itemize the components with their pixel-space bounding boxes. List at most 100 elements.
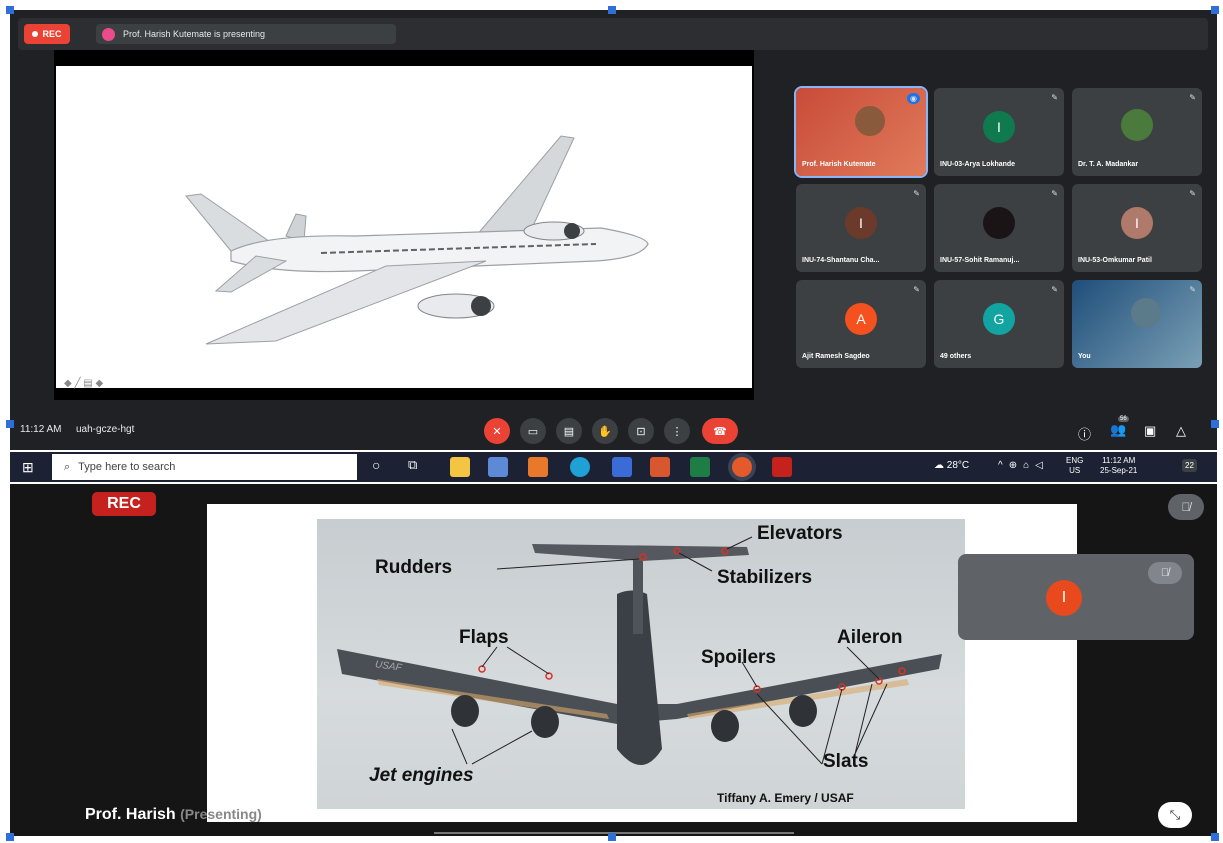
label-rudders: Rudders (375, 557, 453, 578)
participant-name: INU-57-Sohit Ramanuj... (940, 257, 1020, 264)
participant-tile[interactable]: G ✎ 49 others (934, 280, 1064, 368)
resize-handle[interactable] (6, 6, 14, 14)
recording-label: REC (42, 29, 62, 39)
edge-icon[interactable] (570, 457, 590, 477)
people-button[interactable]: 👥 56 (1110, 416, 1129, 438)
cortana-button[interactable]: ○ (372, 457, 380, 473)
meet-window-top: REC Prof. Harish Kutemate is presenting (10, 10, 1217, 450)
meeting-info-button[interactable]: ⓘ (1078, 424, 1091, 443)
resize-handle[interactable] (6, 420, 14, 428)
notification-center[interactable]: 22 (1182, 459, 1197, 472)
camera-toggle-button[interactable]: ▭ (520, 418, 546, 444)
meeting-time: 11:12 AM (20, 424, 62, 435)
lang-bottom: US (1069, 466, 1081, 475)
raise-hand-button[interactable]: ✋ (592, 418, 618, 444)
self-mute-indicator: 🎙̸ (1148, 562, 1182, 584)
slide-nav-controls[interactable]: ◆ ╱ ▤ ◆ (64, 378, 103, 389)
participant-name: INU-53-Omkumar Patil (1078, 257, 1152, 264)
app-icon-2[interactable] (528, 457, 548, 477)
clock-time: 11:12 AM (1102, 456, 1136, 465)
mic-off-icon: ✎ (913, 189, 920, 198)
present-icon: ⊡ (636, 425, 646, 438)
chat-icon: ▣ (1144, 423, 1157, 438)
weather-widget[interactable]: ☁ 28°C (934, 460, 969, 471)
resize-handle[interactable] (1211, 420, 1219, 428)
presenter-name: Prof. Harish (Presenting) (85, 806, 262, 824)
excel-icon[interactable] (690, 457, 710, 477)
cloud-icon: ☁ (934, 460, 944, 471)
info-icon: ⓘ (1078, 427, 1092, 442)
participant-name: 49 others (940, 353, 972, 360)
file-explorer-icon[interactable] (450, 457, 470, 477)
participant-avatar: G (983, 302, 1015, 335)
participant-tile[interactable]: I ✎ INU-74-Shantanu Cha... (796, 184, 926, 272)
notification-count: 22 (1185, 461, 1194, 470)
captions-button[interactable]: ▤ (556, 418, 582, 444)
airliner-image (185, 135, 649, 345)
participant-name: Dr. T. A. Madankar (1078, 161, 1139, 168)
recording-badge: REC (24, 24, 70, 44)
lang-top: ENG (1066, 456, 1084, 465)
recording-badge-large: REC (92, 492, 156, 516)
start-button[interactable]: ⊞ (22, 459, 34, 476)
resize-handle[interactable] (608, 6, 616, 14)
participant-tile[interactable]: ◉ Prof. Harish Kutemate (794, 86, 928, 178)
participant-name: Ajit Ramesh Sagdeo (802, 353, 870, 360)
participant-tile[interactable]: ✎ INU-57-Sohit Ramanuj... (934, 184, 1064, 272)
participant-video (1072, 280, 1202, 368)
mic-off-icon: ✎ (1051, 285, 1058, 294)
more-options-button[interactable]: ⋮ (664, 418, 690, 444)
firefox-icon[interactable] (732, 457, 752, 477)
language-indicator[interactable]: ENG US (1066, 456, 1083, 476)
circle-icon: ○ (372, 457, 381, 473)
resize-handle[interactable] (608, 833, 616, 841)
task-view-button[interactable]: ⧉ (408, 457, 417, 473)
participant-tile[interactable]: ✎ You (1072, 280, 1202, 368)
resize-handle[interactable] (1211, 6, 1219, 14)
exit-fullscreen-button[interactable]: ⤡ (1158, 802, 1192, 828)
app-icon-1[interactable] (488, 457, 508, 477)
participant-avatar: I (983, 110, 1015, 143)
task-view-icon: ⧉ (408, 457, 418, 472)
powerpoint-icon[interactable] (650, 457, 670, 477)
presentation-area: ◆ ╱ ▤ ◆ (54, 50, 754, 400)
leave-call-button[interactable]: ☎ (702, 418, 738, 444)
participant-tile[interactable]: A ✎ Ajit Ramesh Sagdeo (796, 280, 926, 368)
mic-off-icon: ✕ (492, 425, 502, 438)
participant-photo (1121, 108, 1153, 141)
resize-handle[interactable] (1211, 833, 1219, 841)
participant-tile[interactable]: I ✎ INU-03-Arya Lokhande (934, 88, 1064, 176)
participant-name: INU-03-Arya Lokhande (940, 161, 1016, 168)
label-elevators: Elevators (757, 523, 843, 544)
system-tray-icons[interactable]: ^⊕⌂◁ (998, 460, 1049, 471)
resize-handle[interactable] (6, 833, 14, 841)
self-avatar: I (1046, 580, 1082, 616)
taskbar-clock[interactable]: 11:12 AM 25-Sep-21 (1100, 456, 1137, 476)
mute-indicator-top[interactable]: 🎙̸ (1168, 494, 1204, 520)
activities-icon: △ (1176, 423, 1186, 438)
presenter-overlay: (Presenting) (180, 806, 262, 822)
chat-button[interactable]: ▣ (1144, 423, 1156, 439)
word-icon[interactable] (612, 457, 632, 477)
mic-off-icon: ✎ (1189, 189, 1196, 198)
collapse-icon: ⤡ (1169, 807, 1181, 822)
activities-button[interactable]: △ (1176, 423, 1186, 439)
participant-count-badge: 56 (1118, 416, 1129, 422)
acrobat-icon[interactable] (772, 457, 792, 477)
self-view-tile[interactable]: 🎙̸ I (958, 554, 1194, 640)
meeting-code: uah-gcze-hgt (76, 424, 135, 435)
captions-icon: ▤ (563, 425, 575, 438)
participant-tile[interactable]: I ✎ INU-53-Omkumar Patil (1072, 184, 1202, 272)
taskbar-search[interactable]: ⌕ Type here to search (52, 454, 357, 480)
present-now-button[interactable]: ⊡ (628, 418, 654, 444)
search-placeholder: Type here to search (78, 461, 176, 473)
windows-logo-icon: ⊞ (22, 459, 34, 475)
participant-avatar: I (845, 206, 877, 239)
meet-top-bar: REC Prof. Harish Kutemate is presenting (18, 18, 1208, 50)
person-silhouette (854, 105, 885, 136)
participant-name: You (1078, 353, 1091, 360)
participant-avatar: A (845, 302, 877, 335)
participant-tile[interactable]: ✎ Dr. T. A. Madankar (1072, 88, 1202, 176)
mic-toggle-button[interactable]: ✕ (484, 418, 510, 444)
presenting-chip[interactable]: Prof. Harish Kutemate is presenting (96, 24, 396, 44)
